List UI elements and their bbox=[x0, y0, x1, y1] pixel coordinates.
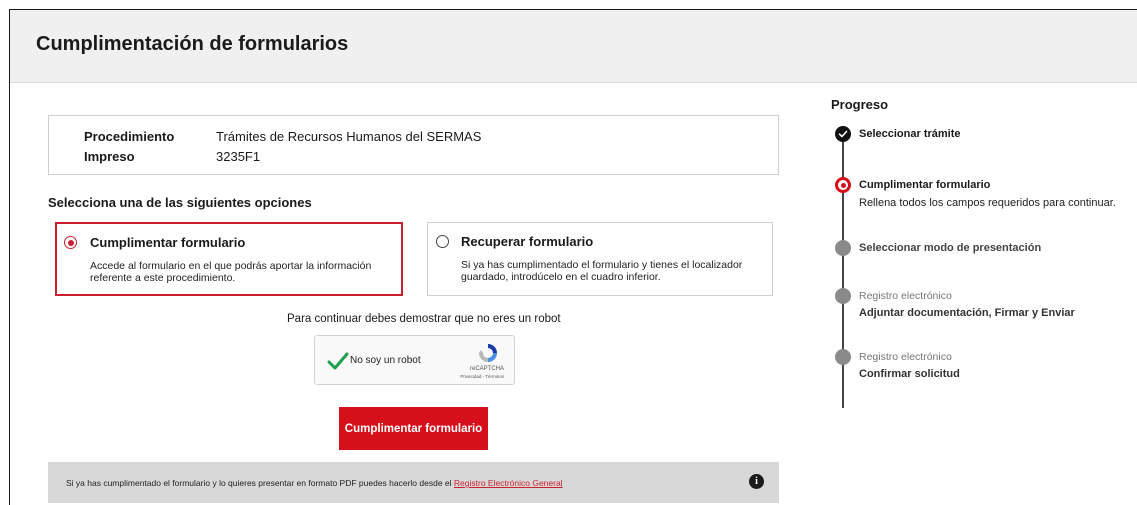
option-recover-form-desc: Si ya has cumplimentado el formulario y … bbox=[461, 259, 743, 283]
radio-fill-form[interactable] bbox=[64, 236, 77, 249]
pdf-notice-bar: Si ya has cumplimentado el formulario y … bbox=[48, 462, 779, 503]
step-done-check-icon bbox=[835, 126, 851, 142]
radio-recover-form[interactable] bbox=[436, 235, 449, 248]
page-header: Cumplimentación de formularios bbox=[10, 10, 1137, 83]
procedure-label: Procedimiento bbox=[84, 129, 175, 144]
option-fill-form[interactable]: Cumplimentar formulario Accede al formul… bbox=[55, 222, 403, 296]
step-pending-dot-icon bbox=[835, 240, 851, 256]
option-fill-form-title: Cumplimentar formulario bbox=[90, 235, 246, 250]
progress-title: Progreso bbox=[831, 97, 889, 112]
step-2-title: Cumplimentar formulario bbox=[859, 179, 991, 191]
step-pending-dot-icon bbox=[835, 288, 851, 304]
recaptcha-logo-icon bbox=[479, 344, 497, 362]
fill-form-button[interactable]: Cumplimentar formulario bbox=[339, 407, 488, 450]
step-2-desc: Rellena todos los campos requeridos para… bbox=[859, 197, 1116, 209]
form-code-label: Impreso bbox=[84, 149, 135, 164]
pdf-notice-message: Si ya has cumplimentado el formulario y … bbox=[66, 478, 454, 488]
step-5-pre: Registro electrónico bbox=[859, 351, 952, 363]
info-icon[interactable]: i bbox=[749, 474, 764, 489]
step-3-title: Seleccionar modo de presentación bbox=[859, 242, 1042, 254]
recaptcha-label: No soy un robot bbox=[350, 355, 421, 366]
options-heading: Selecciona una de las siguientes opcione… bbox=[48, 195, 312, 210]
step-4-pre: Registro electrónico bbox=[859, 290, 952, 302]
option-recover-form-title: Recuperar formulario bbox=[461, 234, 594, 249]
progress-timeline-line bbox=[842, 132, 844, 408]
checkmark-icon[interactable] bbox=[327, 350, 349, 372]
general-registry-link[interactable]: Registro Electrónico General bbox=[454, 478, 563, 488]
option-recover-form[interactable]: Recuperar formulario Si ya has cumplimen… bbox=[427, 222, 773, 296]
recaptcha-privacy-links[interactable]: Privacidad - Términos bbox=[460, 374, 504, 379]
procedure-info-box: Procedimiento Trámites de Recursos Human… bbox=[48, 115, 779, 175]
step-pending-dot-icon bbox=[835, 349, 851, 365]
step-1-title: Seleccionar trámite bbox=[859, 128, 961, 140]
robot-prompt: Para continuar debes demostrar que no er… bbox=[287, 313, 561, 325]
step-5-title: Confirmar solicitud bbox=[859, 368, 960, 380]
recaptcha-widget[interactable]: No soy un robot reCAPTCHA Privacidad - T… bbox=[314, 335, 515, 385]
step-active-dot-icon bbox=[835, 177, 851, 193]
page-title: Cumplimentación de formularios bbox=[36, 33, 349, 55]
form-code-value: 3235F1 bbox=[216, 149, 261, 164]
recaptcha-brand: reCAPTCHA bbox=[469, 366, 504, 372]
procedure-value: Trámites de Recursos Humanos del SERMAS bbox=[216, 129, 482, 144]
option-fill-form-desc: Accede al formulario en el que podrás ap… bbox=[90, 260, 372, 284]
step-4-title: Adjuntar documentación, Firmar y Enviar bbox=[859, 307, 1075, 319]
pdf-notice-text: Si ya has cumplimentado el formulario y … bbox=[66, 478, 563, 488]
